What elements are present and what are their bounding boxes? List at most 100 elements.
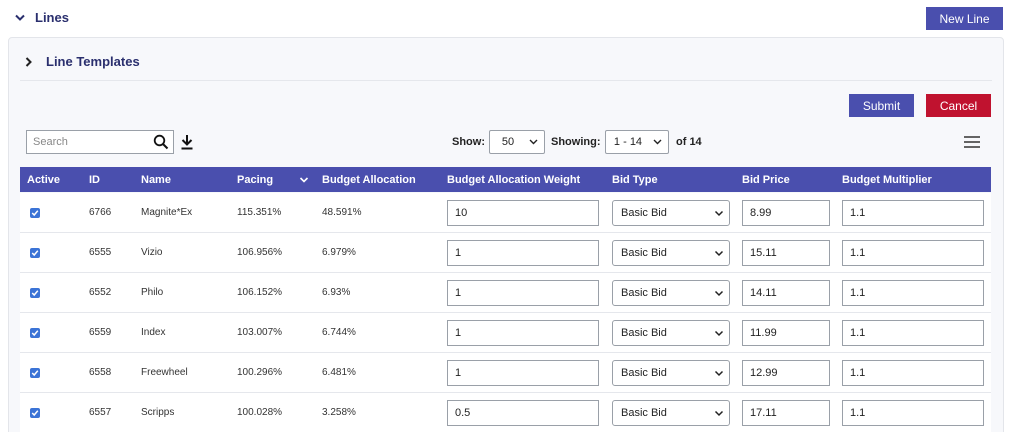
page-range-select[interactable]: 1 - 14 [605,130,669,154]
cancel-button[interactable]: Cancel [926,94,991,117]
sort-desc-icon[interactable] [299,175,309,185]
bid-type-select[interactable]: Basic Bid [612,400,730,426]
budget-allocation-value: 6.93% [322,287,351,298]
active-checkbox[interactable] [30,248,40,258]
bid-type-select[interactable]: Basic Bid [612,360,730,386]
lines-header: Lines New Line [0,0,1024,36]
hamburger-menu-icon[interactable] [963,135,981,149]
column-header-budget-allocation[interactable]: Budget Allocation [322,174,416,186]
column-header-bid-type[interactable]: Bid Type [612,174,658,186]
bid-type-value: Basic Bid [621,367,667,379]
table-row: 6559 Index 103.007% 6.744% 1 Basic Bid 1… [20,313,991,353]
line-id: 6552 [89,287,112,298]
budget-multiplier-input[interactable]: 1.1 [842,200,984,226]
column-header-active[interactable]: Active [27,174,60,186]
bid-price-input[interactable]: 14.11 [742,280,830,306]
bid-type-value: Basic Bid [621,247,667,259]
budget-allocation-weight-input[interactable]: 1 [447,360,599,386]
line-id: 6559 [89,327,112,338]
search-box [26,130,174,154]
column-header-budget-multiplier[interactable]: Budget Multiplier [842,174,932,186]
search-icon[interactable] [153,134,169,150]
column-header-pacing[interactable]: Pacing [237,174,273,186]
bid-price-input[interactable]: 11.99 [742,320,830,346]
submit-button[interactable]: Submit [849,94,914,117]
budget-multiplier-input[interactable]: 1.1 [842,400,984,426]
budget-allocation-weight-input[interactable]: 10 [447,200,599,226]
chevron-down-icon [713,287,725,299]
pacing-value: 106.956% [237,247,283,258]
bid-type-select[interactable]: Basic Bid [612,320,730,346]
budget-allocation-weight-input[interactable]: 1 [447,280,599,306]
chevron-down-icon [713,207,725,219]
showing-label: Showing: [551,136,601,148]
budget-allocation-weight-input[interactable]: 0.5 [447,400,599,426]
line-name: Scripps [141,407,175,418]
divider [20,80,992,81]
column-header-id[interactable]: ID [89,174,100,186]
bid-price-input[interactable]: 15.11 [742,240,830,266]
chevron-right-icon [22,55,36,69]
bid-type-select[interactable]: Basic Bid [612,200,730,226]
line-name: Freewheel [141,367,188,378]
table-header: Active ID Name Pacing Budget Allocation … [20,167,991,192]
pacing-value: 106.152% [237,287,283,298]
download-icon[interactable] [180,134,194,150]
bid-type-value: Basic Bid [621,207,667,219]
new-line-button[interactable]: New Line [926,7,1003,30]
table-row: 6558 Freewheel 100.296% 6.481% 1 Basic B… [20,353,991,393]
line-name: Magnite*Ex [141,207,193,218]
total-count-label: of 14 [676,136,702,148]
chevron-down-icon [713,247,725,259]
line-name: Vizio [141,247,163,258]
column-header-name[interactable]: Name [141,174,171,186]
page-range-value: 1 - 14 [613,136,643,148]
budget-allocation-value: 6.481% [322,367,356,378]
bid-price-input[interactable]: 12.99 [742,360,830,386]
bid-type-select[interactable]: Basic Bid [612,280,730,306]
line-id: 6766 [89,207,112,218]
bid-type-select[interactable]: Basic Bid [612,240,730,266]
active-checkbox[interactable] [30,408,40,418]
lines-section-toggle[interactable]: Lines [13,10,69,25]
line-name: Philo [141,287,164,298]
pacing-value: 100.296% [237,367,283,378]
lines-title: Lines [35,10,69,25]
chevron-down-icon [13,11,27,25]
chevron-down-icon [713,367,725,379]
budget-allocation-value: 48.591% [322,207,362,218]
chevron-down-icon [526,135,540,149]
active-checkbox[interactable] [30,288,40,298]
budget-allocation-weight-input[interactable]: 1 [447,320,599,346]
page-size-select[interactable]: 50 [489,130,545,154]
budget-allocation-value: 6.744% [322,327,356,338]
chevron-down-icon [713,327,725,339]
line-name: Index [141,327,166,338]
line-id: 6558 [89,367,112,378]
budget-multiplier-input[interactable]: 1.1 [842,240,984,266]
page-size-value: 50 [501,136,515,148]
bid-price-input[interactable]: 17.11 [742,400,830,426]
active-checkbox[interactable] [30,328,40,338]
search-input[interactable] [27,132,145,152]
table-row: 6552 Philo 106.152% 6.93% 1 Basic Bid 14… [20,273,991,313]
table-row: 6555 Vizio 106.956% 6.979% 1 Basic Bid 1… [20,233,991,273]
pacing-value: 103.007% [237,327,283,338]
table-row: 6766 Magnite*Ex 115.351% 48.591% 10 Basi… [20,193,991,233]
line-templates-title: Line Templates [46,54,140,69]
pacing-value: 100.028% [237,407,283,418]
pacing-value: 115.351% [237,207,282,218]
bid-type-value: Basic Bid [621,327,667,339]
line-id: 6555 [89,247,112,258]
active-checkbox[interactable] [30,208,40,218]
budget-multiplier-input[interactable]: 1.1 [842,320,984,346]
budget-allocation-weight-input[interactable]: 1 [447,240,599,266]
column-header-budget-allocation-weight[interactable]: Budget Allocation Weight [447,174,580,186]
show-label: Show: [452,136,485,148]
active-checkbox[interactable] [30,368,40,378]
budget-multiplier-input[interactable]: 1.1 [842,360,984,386]
column-header-bid-price[interactable]: Bid Price [742,174,790,186]
bid-price-input[interactable]: 8.99 [742,200,830,226]
budget-multiplier-input[interactable]: 1.1 [842,280,984,306]
line-templates-toggle[interactable]: Line Templates [22,54,140,69]
